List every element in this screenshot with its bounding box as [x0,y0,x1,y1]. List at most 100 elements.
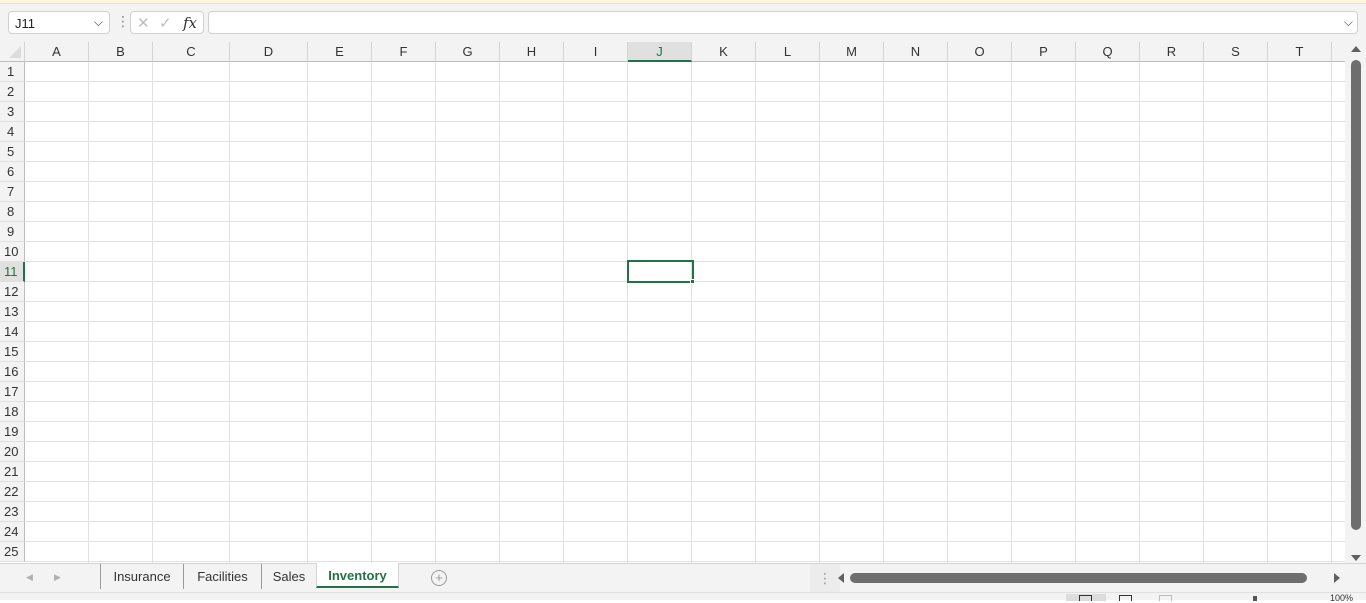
column-header-n[interactable]: N [884,42,948,62]
gridline-vertical [499,62,500,563]
column-header-b[interactable]: B [89,42,153,62]
gridline-horizontal [25,481,1345,482]
gridline-horizontal [25,121,1345,122]
row-header-23[interactable]: 23 [0,502,25,522]
column-header-l[interactable]: L [756,42,820,62]
gridline-horizontal [25,81,1345,82]
active-cell-selection[interactable] [627,260,694,283]
row-header-18[interactable]: 18 [0,402,25,422]
column-header-g[interactable]: G [436,42,500,62]
zoom-slider[interactable] [1253,596,1257,601]
column-header-q[interactable]: Q [1076,42,1140,62]
sheet-tab-sales[interactable]: Sales [261,564,316,589]
row-header-2[interactable]: 2 [0,82,25,102]
select-all-button[interactable] [0,42,25,62]
page-break-icon [1159,595,1172,601]
row-header-13[interactable]: 13 [0,302,25,322]
column-header-k[interactable]: K [692,42,756,62]
row-header-3[interactable]: 3 [0,102,25,122]
column-header-i[interactable]: I [564,42,628,62]
normal-view-icon [1079,595,1092,601]
column-header-m[interactable]: M [820,42,884,62]
column-header-d[interactable]: D [230,42,308,62]
vertical-scrollbar[interactable] [1345,42,1366,563]
row-header-16[interactable]: 16 [0,362,25,382]
row-header-7[interactable]: 7 [0,182,25,202]
column-header-partial[interactable] [1332,42,1345,62]
vertical-ellipsis-icon[interactable]: ⋮ [116,13,130,29]
vertical-ellipsis-icon[interactable]: ⋮ [810,564,840,592]
column-header-j[interactable]: J [628,42,692,62]
column-header-h[interactable]: H [500,42,564,62]
row-header-21[interactable]: 21 [0,462,25,482]
row-header-1[interactable]: 1 [0,62,25,82]
row-header-6[interactable]: 6 [0,162,25,182]
column-header-t[interactable]: T [1268,42,1332,62]
column-header-f[interactable]: F [372,42,436,62]
gridline-vertical [947,62,948,563]
spreadsheet-grid[interactable]: ABCDEFGHIJKLMNOPQRST 1 2 3 4 5 6 7 8 9 10 11 12 13 14… [0,42,1345,563]
column-header-r[interactable]: R [1140,42,1204,62]
insert-function-button[interactable]: fx [183,14,197,32]
row-header-11[interactable]: 11 [0,262,25,282]
formula-input[interactable]: ⌵ [208,11,1358,34]
close-icon[interactable]: ✕ [137,14,150,32]
horizontal-scroll-thumb[interactable] [850,573,1307,583]
gridline-vertical [1139,62,1140,563]
gridline-vertical [755,62,756,563]
gridline-horizontal [25,201,1345,202]
row-header-17[interactable]: 17 [0,382,25,402]
sheet-tab-bar: ◀ ▶ Insurance Facilities Sales Inventory… [0,563,1366,592]
gridline-horizontal [25,461,1345,462]
row-header-8[interactable]: 8 [0,202,25,222]
gridline-horizontal [25,301,1345,302]
row-header-24[interactable]: 24 [0,522,25,542]
gridline-horizontal [25,241,1345,242]
sheet-tab-insurance[interactable]: Insurance [100,564,183,589]
gridline-horizontal [25,141,1345,142]
chevron-down-icon[interactable]: ⌵ [1344,15,1353,30]
gridline-horizontal [25,441,1345,442]
sheet-tab-inventory[interactable]: Inventory [316,563,399,588]
row-header-19[interactable]: 19 [0,422,25,442]
plus-circle-icon[interactable]: + [431,570,447,586]
scroll-up-icon[interactable] [1351,46,1361,52]
name-box-value: J11 [15,16,35,31]
column-header-c[interactable]: C [153,42,230,62]
row-header-14[interactable]: 14 [0,322,25,342]
scroll-down-icon[interactable] [1351,555,1361,561]
sheet-tab-facilities[interactable]: Facilities [183,564,261,589]
row-header-5[interactable]: 5 [0,142,25,162]
zoom-level[interactable]: 100% [1330,593,1353,603]
gridline-vertical [307,62,308,563]
chevron-right-icon[interactable]: ▶ [54,572,61,583]
gridline-vertical [1011,62,1012,563]
scroll-right-icon[interactable] [1334,573,1340,583]
gridline-vertical [152,62,153,563]
row-header-4[interactable]: 4 [0,122,25,142]
chevron-left-icon[interactable]: ◀ [26,572,33,583]
gridline-vertical [371,62,372,563]
scroll-left-icon[interactable] [838,573,844,583]
row-header-15[interactable]: 15 [0,342,25,362]
name-box[interactable]: J11 ⌵ [8,11,110,34]
column-header-s[interactable]: S [1204,42,1268,62]
row-header-22[interactable]: 22 [0,482,25,502]
row-header-25[interactable]: 25 [0,542,25,562]
fill-handle[interactable] [690,279,695,284]
gridline-vertical [88,62,89,563]
vertical-scroll-thumb[interactable] [1351,60,1361,530]
column-header-o[interactable]: O [948,42,1012,62]
row-header-12[interactable]: 12 [0,282,25,302]
column-header-e[interactable]: E [308,42,372,62]
row-header-20[interactable]: 20 [0,442,25,462]
column-header-p[interactable]: P [1012,42,1076,62]
chevron-down-icon[interactable]: ⌵ [94,15,103,30]
formula-buttons: ✕ ✓ fx [130,11,204,34]
column-header-a[interactable]: A [25,42,89,62]
check-icon[interactable]: ✓ [159,14,172,32]
row-header-10[interactable]: 10 [0,242,25,262]
gridline-vertical [691,62,692,563]
gridline-horizontal [25,181,1345,182]
row-header-9[interactable]: 9 [0,222,25,242]
